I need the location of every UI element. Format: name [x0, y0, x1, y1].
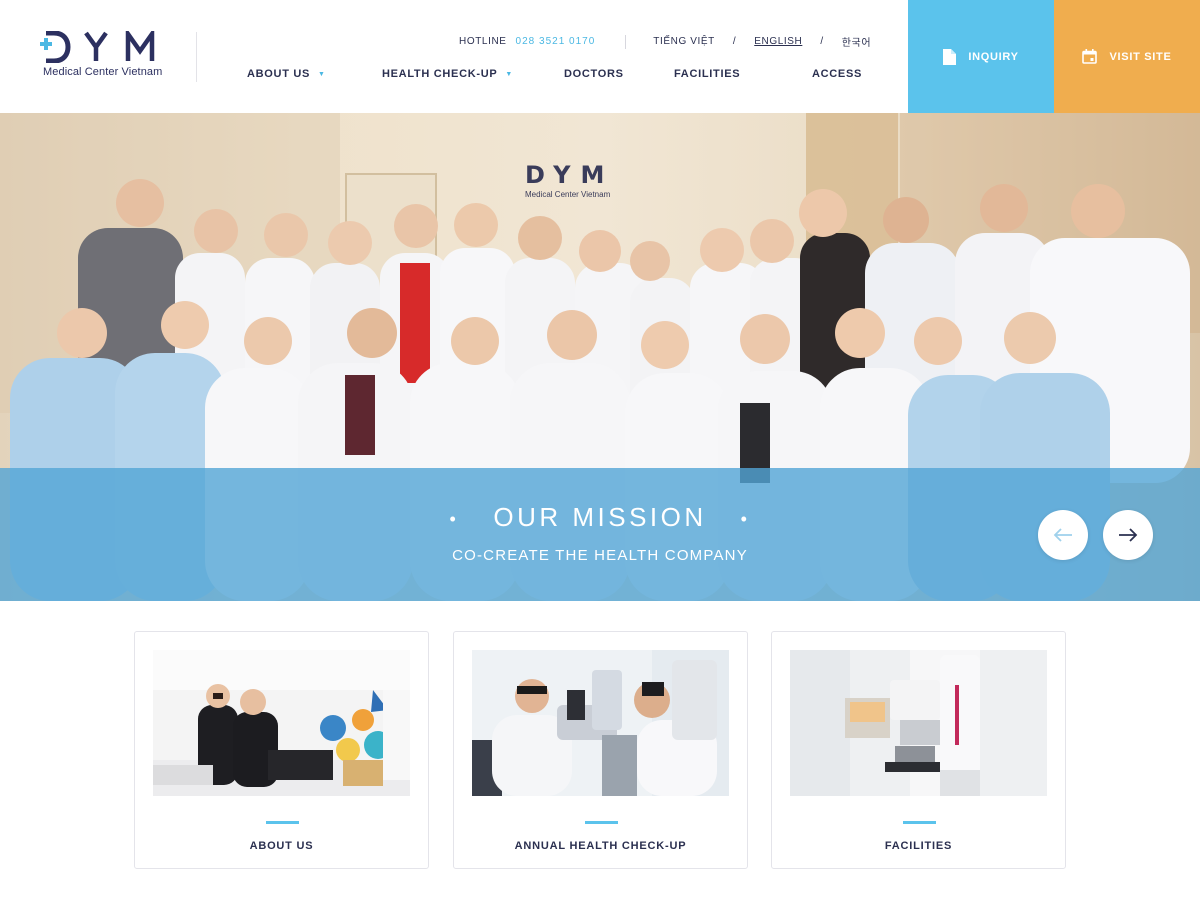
- lang-separator: /: [732, 36, 737, 47]
- site-logo[interactable]: Medical Center Vietnam: [40, 30, 170, 82]
- main-nav: ABOUT US ▼ HEALTH CHECK-UP ▼ DOCTORS FAC…: [247, 68, 867, 82]
- header-divider: [196, 32, 197, 82]
- inquiry-label: INQUIRY: [968, 50, 1019, 63]
- nav-label: ACCESS: [812, 68, 863, 80]
- chevron-down-icon: ▼: [505, 70, 514, 78]
- hero-title-text: OUR MISSION: [493, 502, 707, 532]
- hero-title-dot: •: [449, 508, 460, 529]
- nav-facilities[interactable]: FACILITIES: [674, 68, 740, 80]
- visit-site-button[interactable]: VISIT SITE: [1054, 0, 1200, 113]
- hero-caption-band: [0, 468, 1200, 601]
- chevron-down-icon: ▼: [318, 70, 326, 78]
- nav-health-check-up[interactable]: HEALTH CHECK-UP ▼: [382, 68, 513, 80]
- logo-subtitle: Medical Center Vietnam: [43, 66, 163, 78]
- hotline-label: HOTLINE: [459, 36, 507, 47]
- calendar-icon: [1082, 49, 1098, 64]
- site-header: Medical Center Vietnam HOTLINE 028 3521 …: [0, 0, 1200, 113]
- visit-site-label: VISIT SITE: [1109, 50, 1172, 63]
- hero-title-dot: •: [740, 508, 751, 529]
- lang-vietnamese[interactable]: TIẾNG VIỆT: [653, 36, 715, 47]
- hero-slider: DYM Medical Center Vietnam • OUR MISSION…: [0, 113, 1200, 601]
- card-label: FACILITIES: [884, 840, 953, 852]
- lang-separator: /: [820, 36, 824, 47]
- nav-label: FACILITIES: [674, 68, 741, 80]
- topbar: HOTLINE 028 3521 0170 TIẾNG VIỆT / ENGLI…: [459, 34, 871, 49]
- arrow-right-icon: [1119, 528, 1138, 542]
- logo-wordmark-icon: [40, 31, 155, 63]
- card-accent-bar: [266, 821, 299, 824]
- card-facilities[interactable]: FACILITIES: [771, 631, 1066, 869]
- nav-label: HEALTH CHECK-UP: [382, 68, 498, 80]
- nav-about-us[interactable]: ABOUT US ▼: [247, 68, 326, 80]
- mammography-machine-photo: [790, 650, 1047, 796]
- card-label: ABOUT US: [249, 840, 314, 852]
- logo-mark: [40, 30, 170, 64]
- card-label: ANNUAL HEALTH CHECK-UP: [514, 840, 687, 852]
- nav-label: ABOUT US: [247, 68, 311, 80]
- slider-next-button[interactable]: [1103, 510, 1153, 560]
- reception-staff-photo: [153, 650, 410, 796]
- card-about-us[interactable]: ABOUT US: [134, 631, 429, 869]
- hero-subtitle: CO-CREATE THE HEALTH COMPANY: [452, 547, 748, 564]
- card-accent-bar: [903, 821, 936, 824]
- card-annual-health-check-up[interactable]: ANNUAL HEALTH CHECK-UP: [453, 631, 748, 869]
- nav-doctors[interactable]: DOCTORS: [564, 68, 624, 80]
- nav-access[interactable]: ACCESS: [812, 68, 862, 80]
- hotline-number[interactable]: 028 3521 0170: [516, 36, 596, 47]
- card-accent-bar: [585, 821, 618, 824]
- eye-exam-photo: [472, 650, 729, 796]
- document-icon: [943, 48, 957, 65]
- topbar-divider: [625, 34, 627, 49]
- lang-english[interactable]: ENGLISH: [754, 36, 802, 47]
- inquiry-button[interactable]: INQUIRY: [908, 0, 1054, 113]
- lang-korean[interactable]: 한국어: [842, 34, 871, 49]
- arrow-left-icon: [1053, 528, 1072, 542]
- nav-label: DOCTORS: [564, 68, 624, 80]
- hero-title: • OUR MISSION •: [0, 502, 1200, 533]
- slider-prev-button[interactable]: [1038, 510, 1088, 560]
